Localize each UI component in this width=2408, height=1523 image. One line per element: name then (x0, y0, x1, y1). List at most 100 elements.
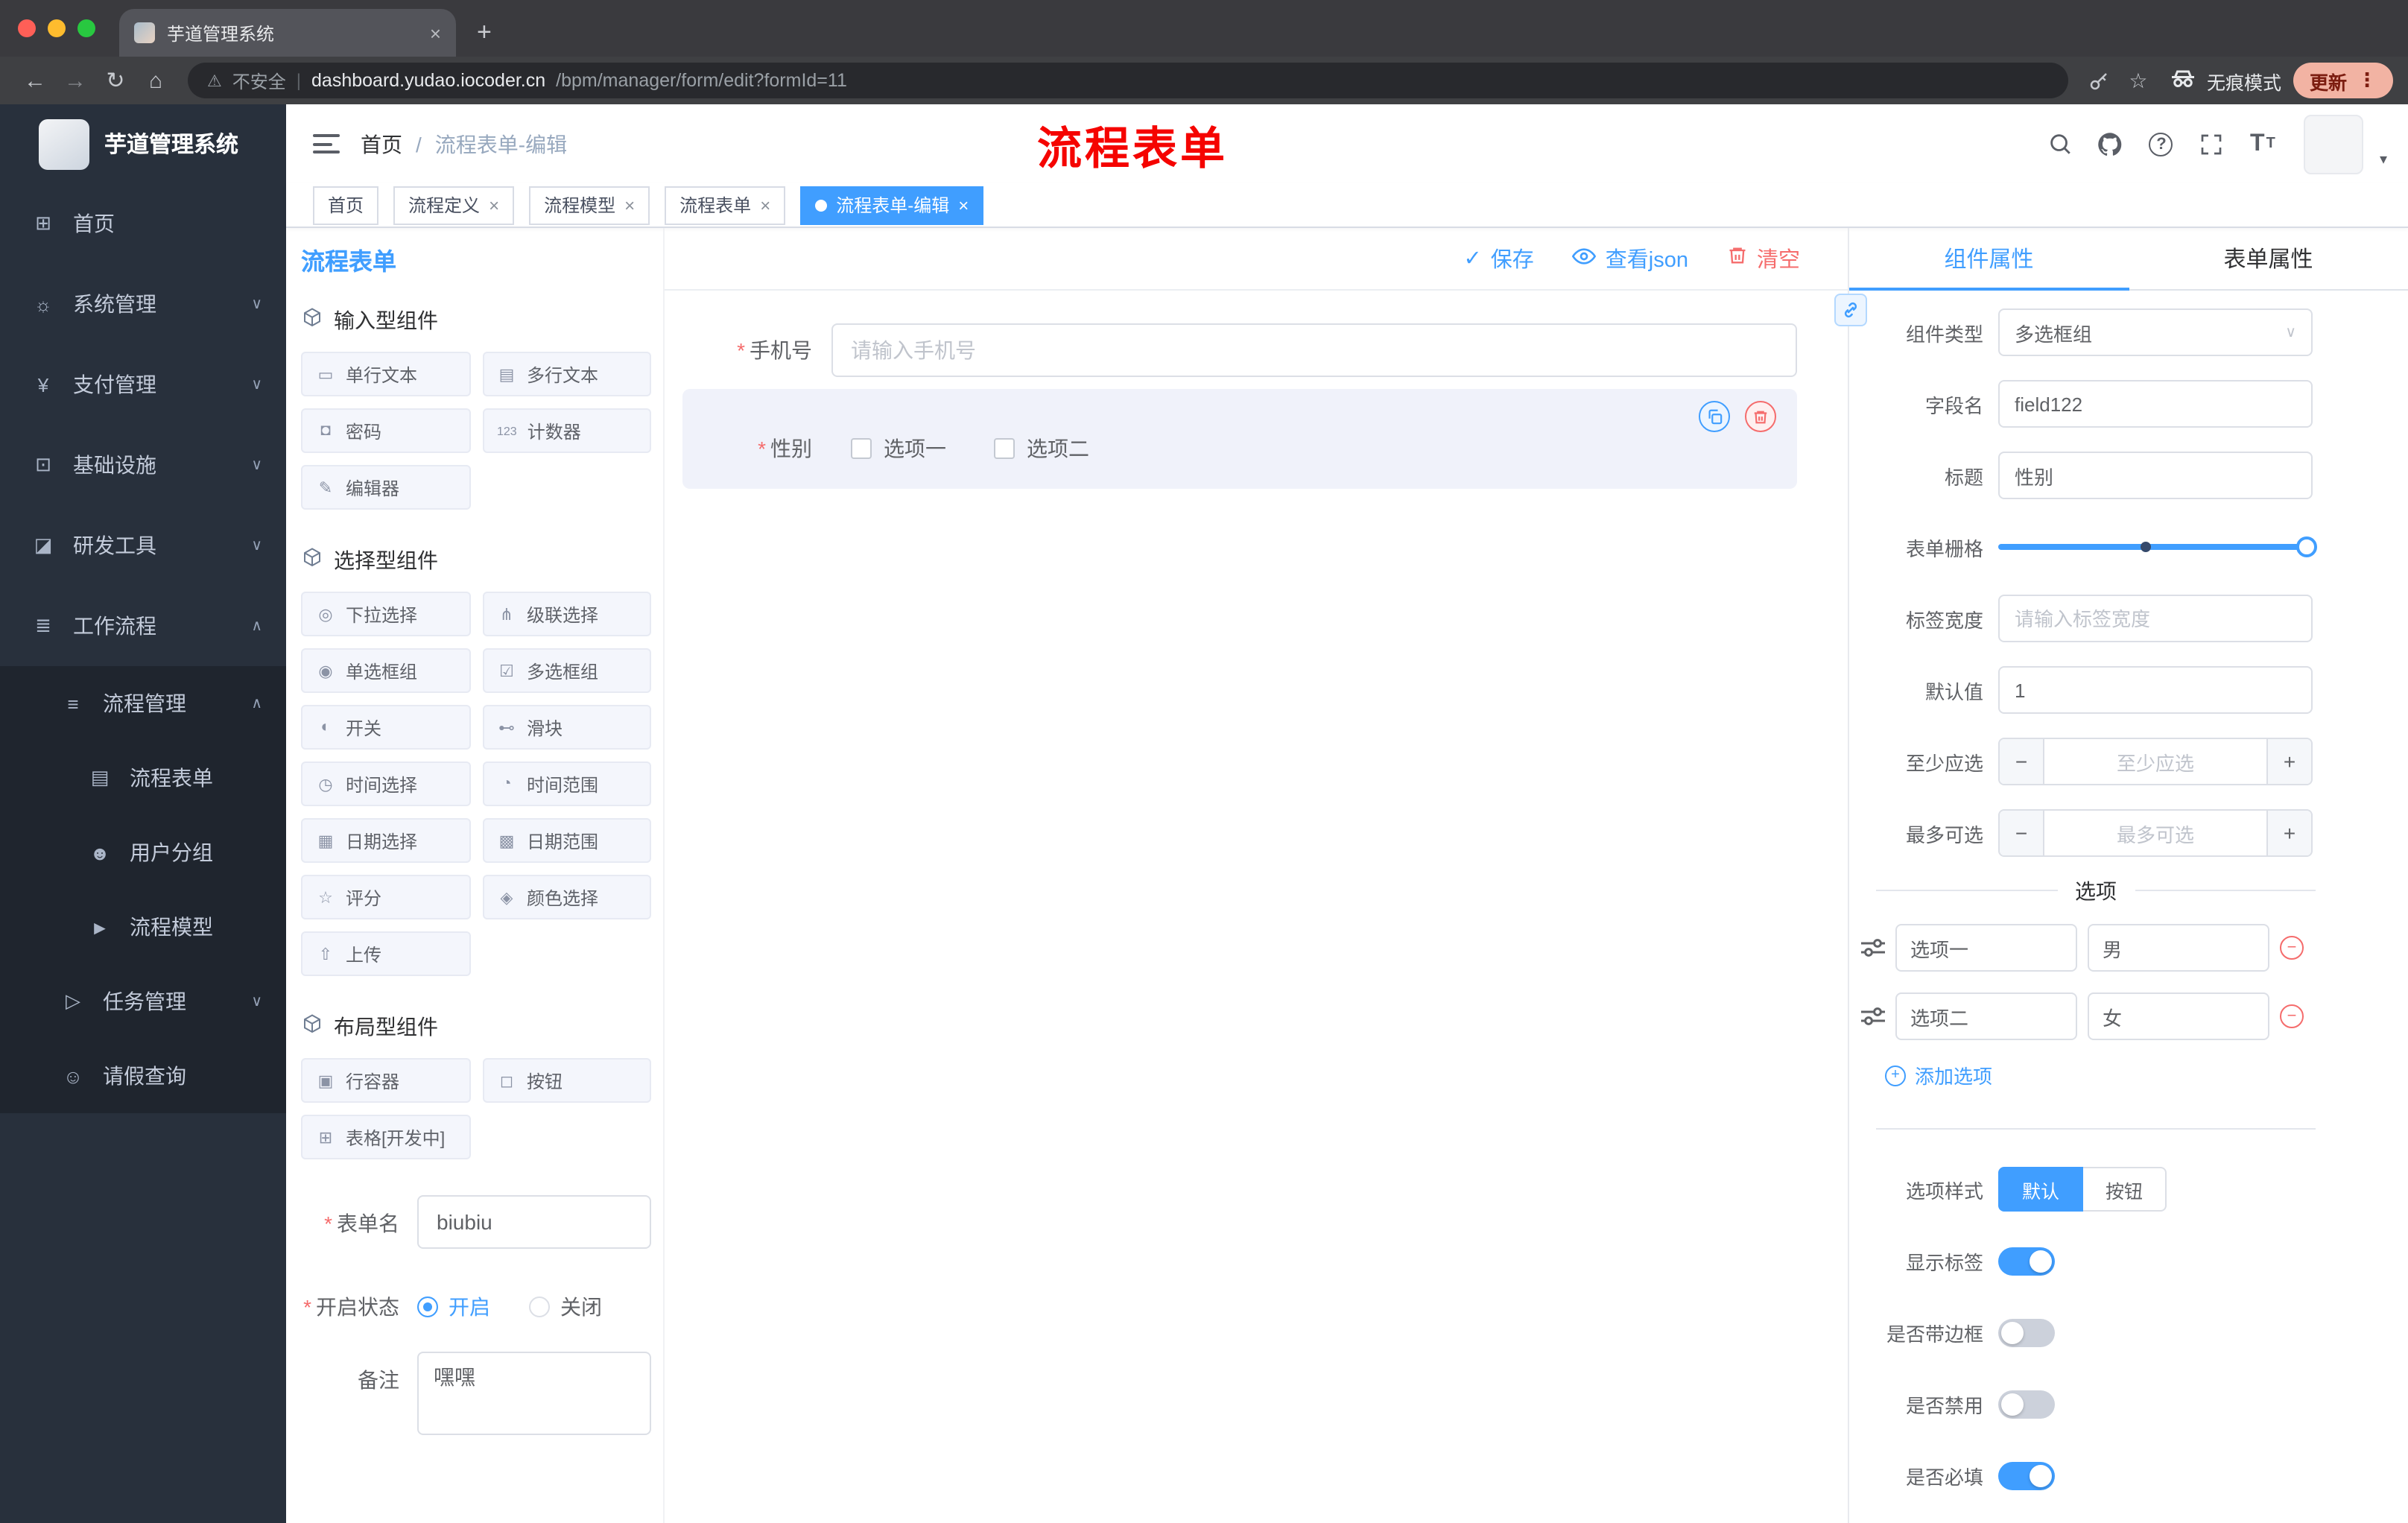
drag-handle-icon[interactable] (1861, 937, 1885, 958)
tags-view-item[interactable]: 首页 (313, 186, 379, 224)
github-icon[interactable] (2092, 125, 2129, 162)
bookmark-star-icon[interactable]: ☆ (2119, 68, 2158, 93)
plus-icon[interactable]: + (2266, 811, 2311, 855)
palette-item[interactable]: ◉ 单选框组 (301, 648, 470, 693)
toggle-switch-bordered[interactable] (1998, 1318, 2055, 1346)
palette-item[interactable]: ◐ 开关 (301, 705, 470, 750)
palette-item[interactable]: ◘ 密码 (301, 408, 470, 453)
fullscreen-icon[interactable] (2193, 125, 2231, 162)
close-icon[interactable]: × (624, 194, 635, 215)
option-label-input[interactable] (1895, 992, 2077, 1040)
grid-slider[interactable] (1998, 523, 2317, 571)
status-radio-on[interactable]: 开启 (417, 1292, 490, 1322)
password-key-icon[interactable] (2080, 69, 2119, 92)
delete-field-button[interactable] (1745, 401, 1776, 432)
phone-input[interactable] (831, 323, 1797, 377)
remove-option-button[interactable]: − (2280, 1004, 2304, 1028)
palette-item[interactable]: ☑ 多选框组 (482, 648, 651, 693)
forward-icon[interactable]: → (55, 68, 95, 93)
tags-view-item[interactable]: 流程表单-编辑 × (800, 186, 984, 224)
palette-item[interactable]: ▤ 多行文本 (482, 352, 651, 396)
app-logo[interactable]: 芋道管理系统 (0, 104, 286, 183)
view-json-button[interactable]: 查看json (1572, 243, 1688, 274)
default-value-input[interactable] (1998, 666, 2313, 714)
option-value-input[interactable] (2088, 992, 2269, 1040)
sidebar-item-user-group[interactable]: ☻ 用户分组 (0, 815, 286, 890)
home-icon[interactable]: ⌂ (136, 68, 176, 93)
toggle-switch-required[interactable] (1998, 1461, 2055, 1489)
palette-item[interactable]: ▭ 单行文本 (301, 352, 470, 396)
sidebar-item-system[interactable]: ☼ 系统管理 ∨ (0, 264, 286, 344)
field-name-input[interactable] (1998, 380, 2313, 428)
sidebar-item-dev-tools[interactable]: ◪ 研发工具 ∨ (0, 505, 286, 586)
tab-component-props[interactable]: 组件属性 (1849, 228, 2129, 291)
form-remark-textarea[interactable]: 嘿嘿 (417, 1352, 651, 1435)
plus-icon[interactable]: + (2266, 739, 2311, 784)
status-radio-off[interactable]: 关闭 (529, 1292, 602, 1322)
drag-handle-icon[interactable] (1861, 1006, 1885, 1027)
palette-item[interactable]: ◔ 时间范围 (482, 762, 651, 806)
avatar[interactable] (2303, 114, 2363, 174)
tags-view-item[interactable]: 流程定义 × (393, 186, 515, 224)
address-bar[interactable]: ⚠ 不安全 | dashboard.yudao.iocoder.cn /bpm/… (188, 63, 2068, 98)
browser-tab[interactable]: 芋道管理系统 × (119, 9, 456, 57)
link-icon[interactable] (1834, 294, 1867, 326)
clear-button[interactable]: 清空 (1727, 243, 1800, 274)
close-icon[interactable]: × (760, 194, 770, 215)
window-close-button[interactable] (18, 19, 36, 37)
palette-item[interactable]: ⊷ 滑块 (482, 705, 651, 750)
palette-item[interactable]: 123 计数器 (482, 408, 651, 453)
checkbox-option[interactable]: 选项一 (851, 434, 946, 463)
search-icon[interactable] (2041, 125, 2079, 162)
reload-icon[interactable]: ↻ (95, 67, 136, 94)
component-type-select[interactable]: 多选框组 ∨ (1998, 308, 2313, 356)
minus-icon[interactable]: − (2000, 811, 2044, 855)
checkbox-option[interactable]: 选项二 (994, 434, 1089, 463)
title-input[interactable] (1998, 452, 2313, 499)
minus-icon[interactable]: − (2000, 739, 2044, 784)
security-warning-icon[interactable]: ⚠ (207, 71, 222, 90)
palette-item[interactable]: ◻ 按钮 (482, 1058, 651, 1103)
palette-item[interactable]: ☆ 评分 (301, 875, 470, 919)
palette-item[interactable]: ⋔ 级联选择 (482, 592, 651, 636)
palette-item[interactable]: ▦ 日期选择 (301, 818, 470, 863)
palette-item[interactable]: ⇧ 上传 (301, 931, 470, 976)
option-label-input[interactable] (1895, 924, 2077, 972)
style-default-button[interactable]: 默认 (1998, 1167, 2084, 1212)
copy-field-button[interactable] (1699, 401, 1730, 432)
help-icon[interactable]: ? (2143, 125, 2180, 162)
palette-item[interactable]: ⊞ 表格[开发中] (301, 1115, 470, 1159)
tab-form-props[interactable]: 表单属性 (2129, 228, 2408, 289)
update-button[interactable]: 更新 ⋮ (2293, 63, 2393, 98)
palette-item[interactable]: ◷ 时间选择 (301, 762, 470, 806)
canvas-field-phone[interactable]: 手机号 (682, 323, 1797, 377)
sidebar-item-leave-query[interactable]: ☺ 请假查询 (0, 1039, 286, 1113)
form-name-input[interactable] (417, 1195, 651, 1249)
tags-view-item[interactable]: 流程模型 × (529, 186, 650, 224)
option-value-input[interactable] (2088, 924, 2269, 972)
new-tab-button[interactable]: + (477, 18, 492, 48)
slider-handle[interactable] (2296, 536, 2317, 557)
sidebar-item-infrastructure[interactable]: ⊡ 基础设施 ∨ (0, 425, 286, 505)
close-icon[interactable]: × (958, 194, 969, 215)
sidebar-collapse-icon[interactable] (313, 134, 340, 153)
browser-menu-icon[interactable]: ⋮ (2357, 69, 2377, 92)
label-width-input[interactable] (1998, 595, 2313, 642)
window-minimize-button[interactable] (48, 19, 66, 37)
palette-item[interactable]: ▣ 行容器 (301, 1058, 470, 1103)
sidebar-item-workflow[interactable]: ≣ 工作流程 ∧ (0, 586, 286, 666)
palette-item[interactable]: ◎ 下拉选择 (301, 592, 470, 636)
sidebar-item-task-manage[interactable]: ▷ 任务管理 ∨ (0, 964, 286, 1039)
sidebar-item-home[interactable]: ⊞ 首页 (0, 183, 286, 264)
style-button-button[interactable]: 按钮 (2083, 1167, 2167, 1212)
avatar-caret-icon[interactable]: ▾ (2380, 151, 2387, 168)
add-option-button[interactable]: + 添加选项 (1885, 1061, 2408, 1089)
sidebar-item-payment[interactable]: ¥ 支付管理 ∨ (0, 344, 286, 425)
tags-view-item[interactable]: 流程表单 × (665, 186, 786, 224)
palette-item[interactable]: ◈ 颜色选择 (482, 875, 651, 919)
back-icon[interactable]: ← (15, 68, 55, 93)
toggle-switch-show-label[interactable] (1998, 1247, 2055, 1275)
sidebar-item-process-model[interactable]: ► 流程模型 (0, 890, 286, 964)
canvas-field-gender[interactable]: 性别 选项一 选项二 (682, 389, 1797, 489)
checkbox-icon[interactable] (851, 438, 872, 459)
